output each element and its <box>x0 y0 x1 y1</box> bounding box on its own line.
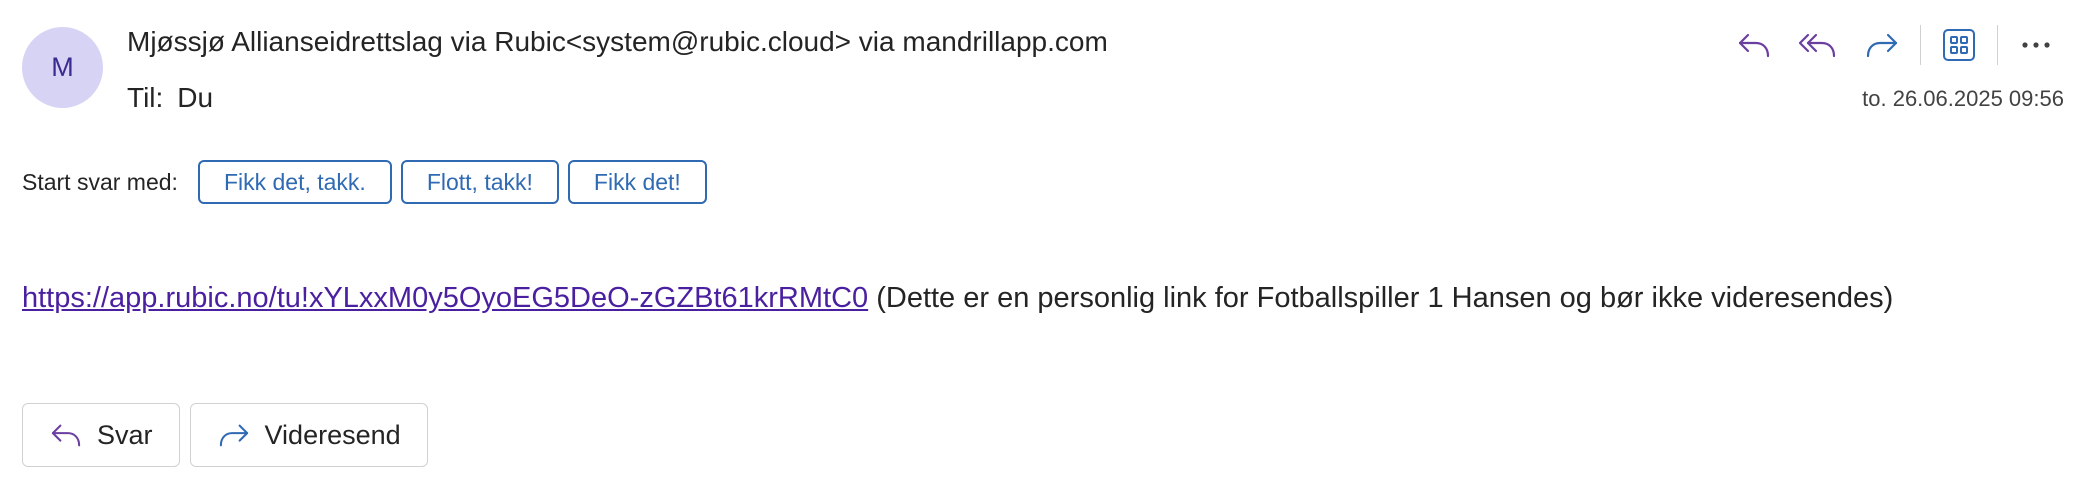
sender-line: Mjøssjø Allianseidrettslag via Rubic<sys… <box>127 26 1108 57</box>
reply-all-button[interactable] <box>1786 20 1850 70</box>
reply-button[interactable] <box>1722 20 1786 70</box>
recipient-label: Til: <box>127 82 164 113</box>
reply-all-icon <box>1798 33 1836 58</box>
recipient-name[interactable]: Du <box>177 82 213 113</box>
apps-button[interactable] <box>1927 20 1991 70</box>
forward-bottom-button[interactable]: Videresend <box>189 403 428 467</box>
reply-label: Svar <box>97 419 153 450</box>
forward-label: Videresend <box>264 419 401 450</box>
suggested-replies: Start svar med: Fikk det, takk. Flott, t… <box>22 158 716 206</box>
message-body: https://app.rubic.no/tu!xYLxxM0y5OyoEG5D… <box>22 280 1893 316</box>
more-icon <box>2022 42 2050 48</box>
toolbar-divider <box>1997 25 1998 65</box>
forward-icon <box>217 420 251 450</box>
forward-icon <box>1866 33 1898 58</box>
suggested-reply-1[interactable]: Fikk det, takk. <box>197 160 392 204</box>
recipient-line: Til: Du <box>127 80 213 116</box>
avatar-initial: M <box>51 52 74 82</box>
message-date: to. 26.06.2025 09:56 <box>1862 86 2064 111</box>
more-actions-button[interactable] <box>2004 20 2068 70</box>
reply-icon <box>1738 33 1770 58</box>
apps-icon <box>1943 29 1975 61</box>
suggested-reply-2[interactable]: Flott, takk! <box>400 160 559 204</box>
link-note: (Dette er en personlig link for Fotballs… <box>868 282 1894 314</box>
sender-avatar: M <box>22 27 103 108</box>
toolbar-divider <box>1920 25 1921 65</box>
personal-link[interactable]: https://app.rubic.no/tu!xYLxxM0y5OyoEG5D… <box>22 282 868 314</box>
suggested-reply-3[interactable]: Fikk det! <box>567 160 707 204</box>
reply-bottom-button[interactable]: Svar <box>22 403 180 467</box>
bottom-actions: Svar Videresend <box>22 403 438 467</box>
forward-button[interactable] <box>1850 20 1914 70</box>
message-toolbar <box>1722 20 2068 70</box>
suggested-replies-label: Start svar med: <box>22 168 178 195</box>
reply-icon <box>49 420 83 450</box>
